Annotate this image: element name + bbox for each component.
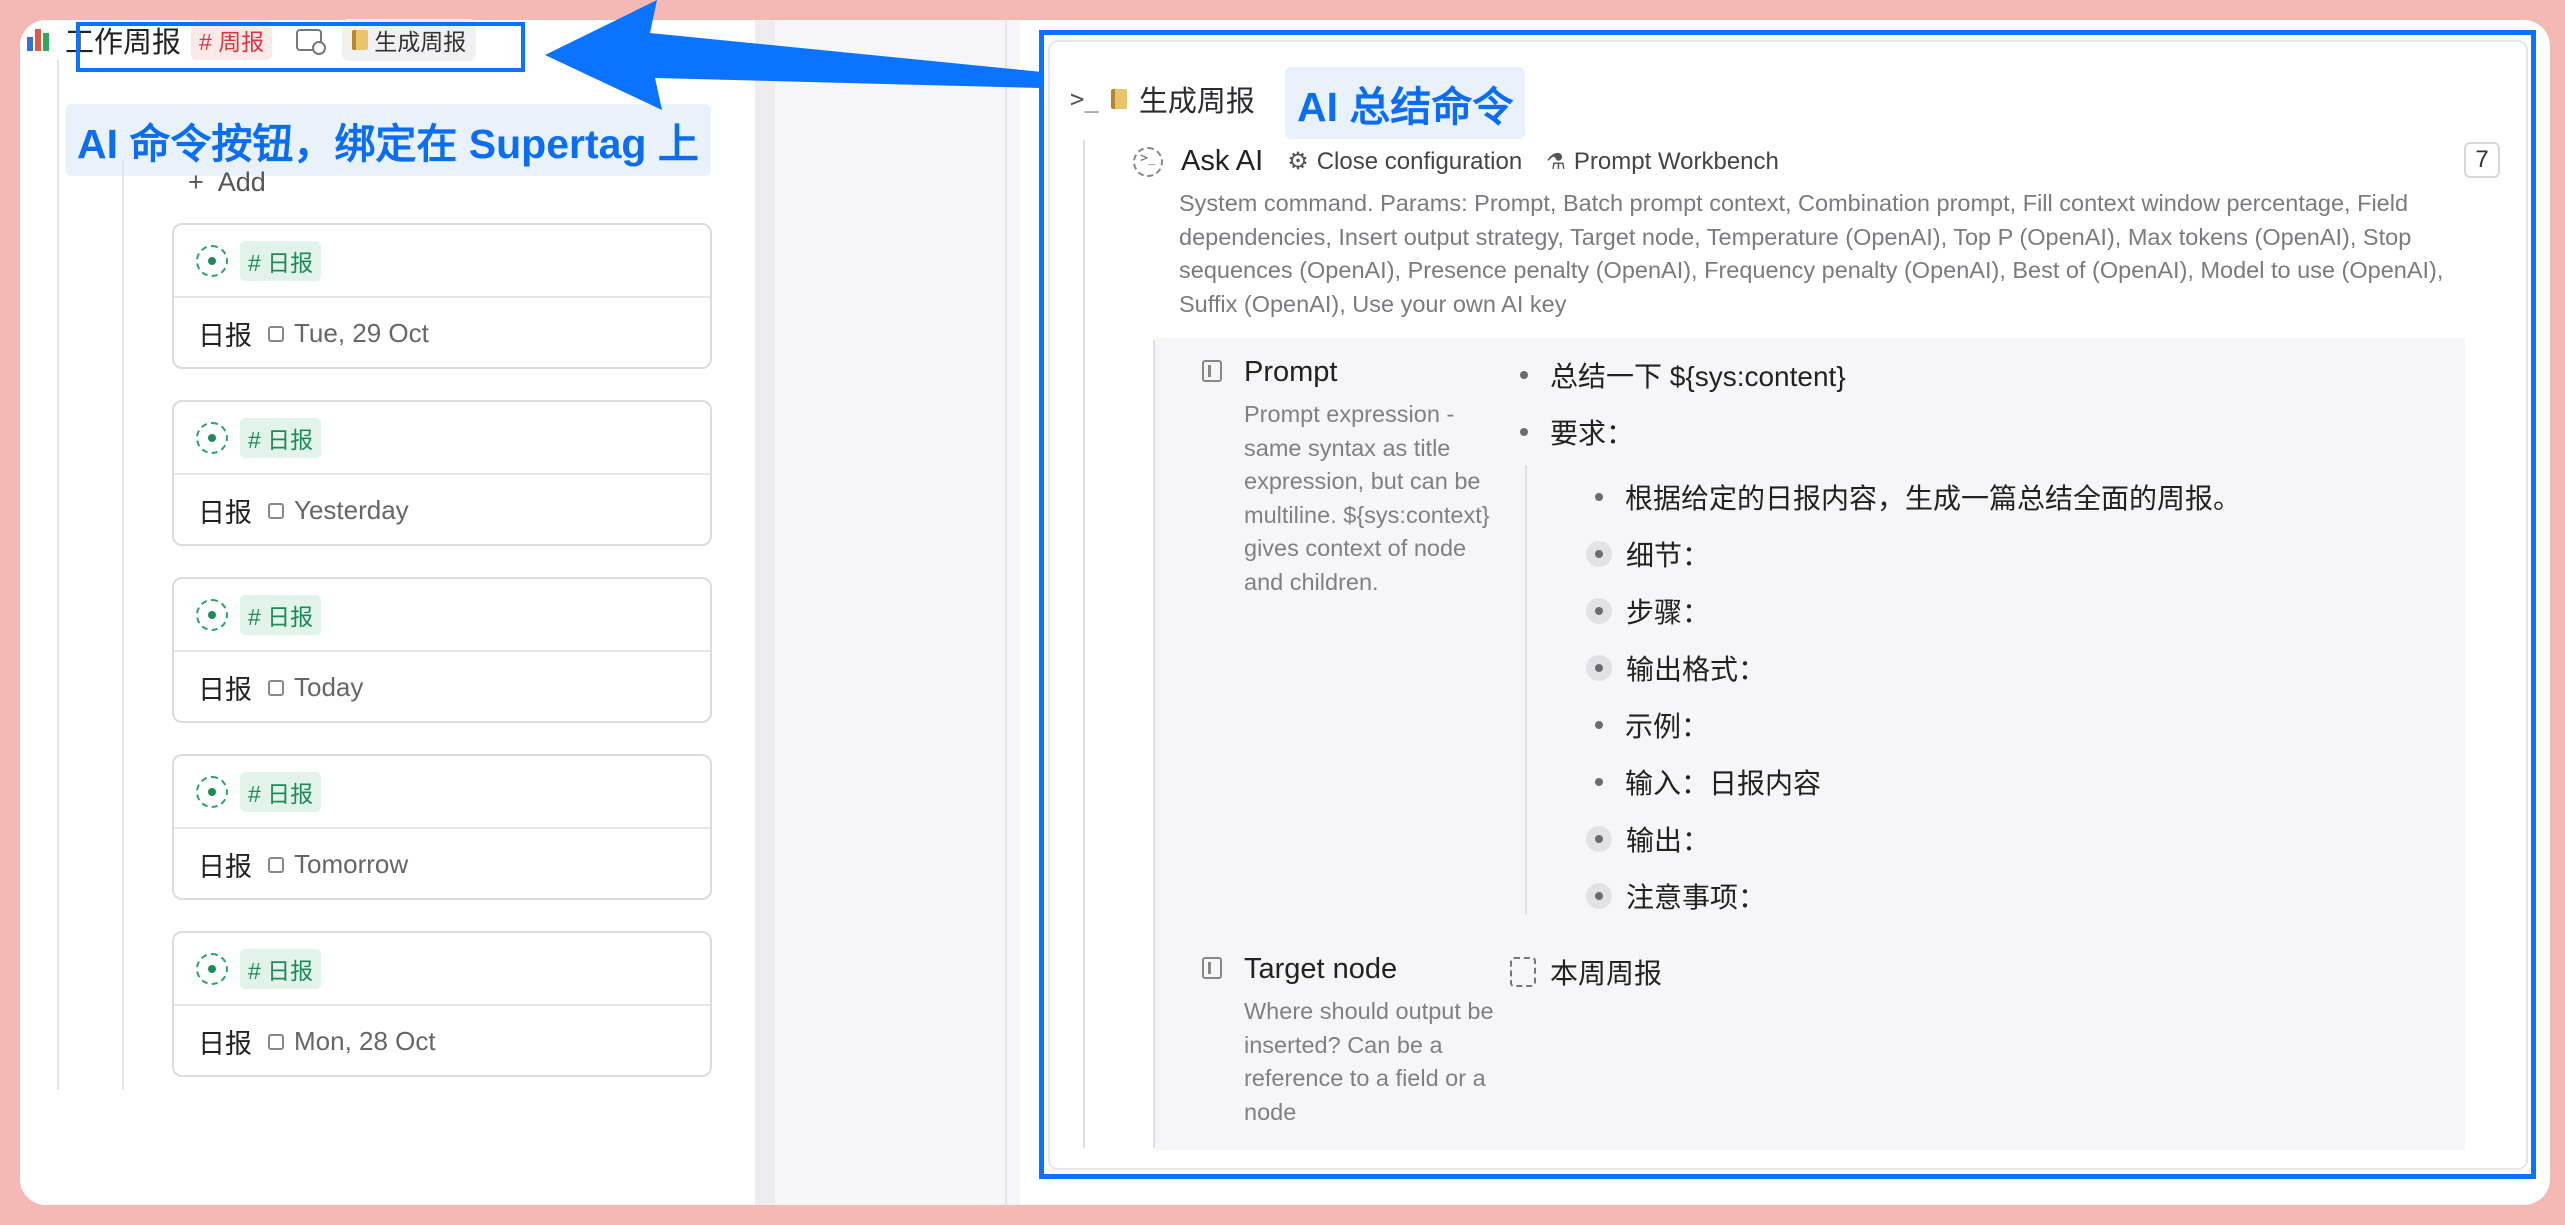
annotation-arrow-shape [545,0,1042,110]
annotation-arrow [545,0,1042,110]
